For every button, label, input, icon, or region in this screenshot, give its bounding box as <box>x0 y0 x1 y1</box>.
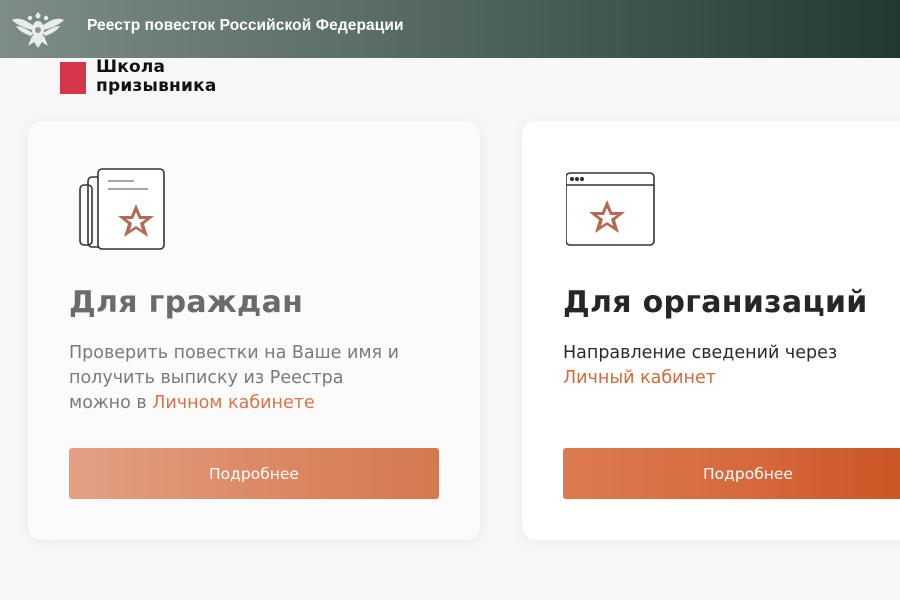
card-desc-line2: получить выписку из Реестра <box>69 368 344 388</box>
card-title: Для организаций <box>563 285 868 320</box>
school-logo-line2: призывника <box>96 76 217 96</box>
card-description: Проверить повестки на Ваше имя и получит… <box>69 341 469 416</box>
personal-account-link[interactable]: Личном кабинете <box>152 393 314 413</box>
card-title: Для граждан <box>69 285 304 320</box>
card-desc-prefix: можно в <box>69 393 153 413</box>
card-desc-line1: Проверить повестки на Ваше имя и <box>69 343 399 363</box>
personal-account-link[interactable]: Личный кабинет <box>563 368 716 388</box>
card-desc-line2: Личный кабинет <box>563 366 900 391</box>
card-organizations: Для организаций Направление сведений чер… <box>522 121 900 540</box>
more-button-citizens[interactable]: Подробнее <box>69 448 439 499</box>
browser-window-star-icon <box>566 172 655 246</box>
card-citizens: Для граждан Проверить повестки на Ваше и… <box>28 121 480 540</box>
card-description: Направление сведений через Личный кабине… <box>563 341 900 391</box>
school-logo-mark <box>60 62 86 94</box>
card-desc-line1: Направление сведений через <box>563 343 838 363</box>
top-bar: Реестр повесток Российской Федерации <box>0 0 900 58</box>
card-desc-line3: можно в Личном кабинете <box>69 391 469 416</box>
documents-star-icon <box>79 168 165 250</box>
site-title[interactable]: Реестр повесток Российской Федерации <box>87 17 404 35</box>
more-button-organizations[interactable]: Подробнее <box>563 448 900 499</box>
school-logo-line1: Школа <box>96 57 166 77</box>
school-logo-text: Школа призывника <box>96 58 296 96</box>
double-headed-eagle-icon[interactable] <box>6 6 70 50</box>
